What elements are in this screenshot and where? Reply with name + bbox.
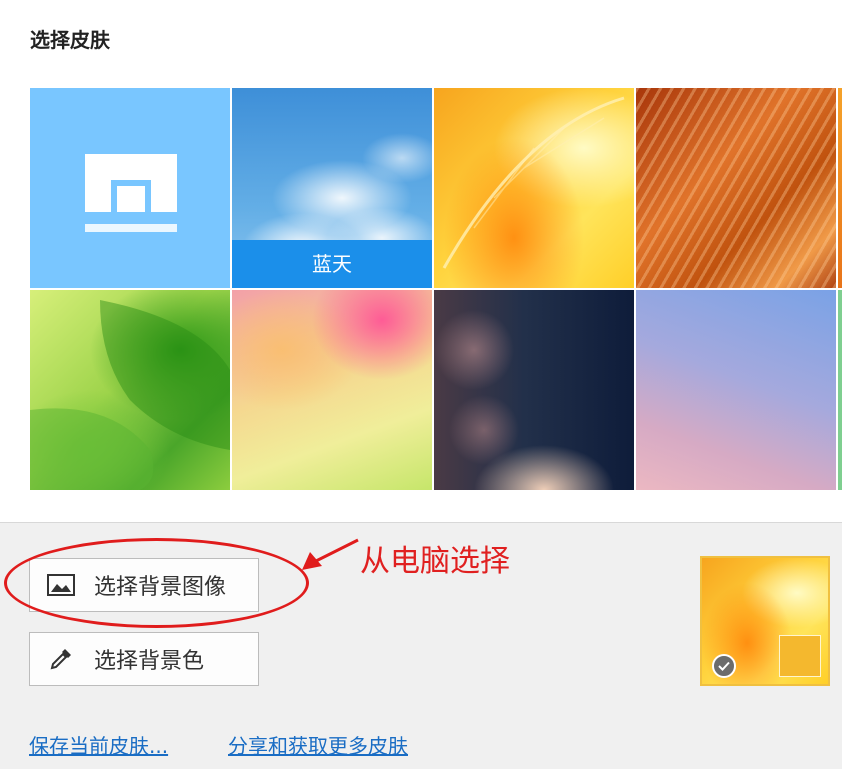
annotation-circle: [4, 538, 309, 628]
skin-grid: 蓝天: [0, 0, 842, 520]
choose-background-color-label: 选择背景色: [94, 649, 205, 674]
skin-tile-orange-leaf[interactable]: [434, 88, 634, 288]
annotation-arrow-icon: [302, 538, 359, 570]
leaf-veins-graphic: [442, 96, 625, 269]
color-swatch[interactable]: [779, 635, 821, 677]
skin-tile-maxthon-logo[interactable]: [30, 88, 230, 288]
eyedropper-icon: [46, 647, 76, 671]
choose-background-color-button[interactable]: 选择背景色: [29, 632, 259, 686]
save-current-skin-link[interactable]: 保存当前皮肤...: [29, 730, 168, 759]
annotation-text: 从电脑选择: [360, 544, 510, 579]
skin-tile-purple-gradient[interactable]: [636, 290, 836, 490]
leaf-shapes-graphic: [30, 300, 230, 490]
share-more-skins-link[interactable]: 分享和获取更多皮肤: [228, 730, 408, 759]
skin-tile-dark-bokeh[interactable]: [434, 290, 634, 490]
skin-tile-blue-sky[interactable]: 蓝天: [232, 88, 432, 288]
skin-tile-copper-waves[interactable]: [636, 88, 836, 288]
skin-preview-thumbnail: [700, 556, 830, 686]
skin-tile-partial-right-1: [838, 88, 842, 288]
skin-tile-green-leaves[interactable]: [30, 290, 230, 490]
check-icon: [712, 654, 736, 678]
skin-label-blue-sky: 蓝天: [232, 240, 432, 288]
maxthon-logo-icon: [85, 154, 177, 232]
skin-tile-partial-right-2: [838, 290, 842, 490]
skin-tile-pink-yellow[interactable]: [232, 290, 432, 490]
